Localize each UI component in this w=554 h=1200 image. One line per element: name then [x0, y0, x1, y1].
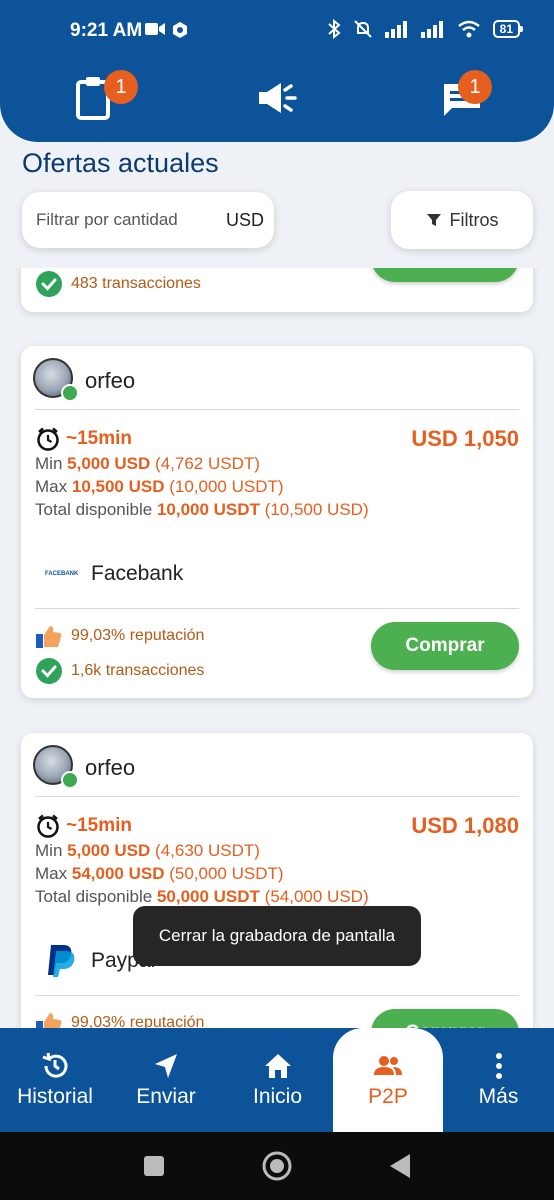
nav-home[interactable]: Inicio: [222, 1028, 333, 1132]
nav-history-label: Historial: [17, 1085, 93, 1108]
divider: [35, 995, 519, 996]
orders-button[interactable]: 1: [70, 70, 138, 122]
filters-button[interactable]: Filtros: [391, 191, 533, 249]
announcements-button[interactable]: [253, 74, 301, 122]
min-limit: Min 5,000 USD (4,762 USDT): [35, 454, 260, 473]
users-icon: [374, 1056, 402, 1075]
offer-price: USD 1,050: [411, 426, 519, 451]
reputation-text: 99,03% reputación: [71, 627, 205, 644]
divider: [35, 796, 519, 797]
check-circle-icon: [36, 271, 62, 297]
username[interactable]: orfeo: [85, 755, 135, 781]
signal-icon: [420, 21, 443, 38]
reputation-stat: 99,03% reputación: [35, 1009, 204, 1028]
alarm-clock-icon: [37, 814, 59, 838]
buy-button[interactable]: Comprar: [371, 1009, 519, 1028]
nav-send-label: Enviar: [136, 1085, 196, 1108]
reputation-stat: 99,03% reputación: [35, 622, 204, 650]
nav-send[interactable]: Enviar: [110, 1028, 222, 1132]
home-circle-icon[interactable]: [261, 1150, 293, 1182]
facebank-logo: FACEBANK: [45, 571, 79, 577]
amount-filter-input[interactable]: Filtrar por cantidad USD: [22, 192, 274, 248]
total-available: Total disponible 50,000 USDT (54,000 USD…: [35, 887, 369, 906]
offer-price: USD 1,080: [411, 813, 519, 838]
reputation-text: 99,03% reputación: [71, 1014, 205, 1028]
buy-button[interactable]: [371, 268, 519, 282]
divider: [35, 608, 519, 609]
time-limit: ~15min: [66, 428, 133, 449]
signal-icon: [384, 21, 407, 38]
thumbs-up-icon: [36, 1013, 62, 1028]
time-limit: ~15min: [66, 815, 133, 836]
verified-badge: [61, 384, 79, 402]
system-nav-bar: [0, 1132, 554, 1200]
check-circle-icon: [36, 658, 62, 684]
status-icons: 81: [327, 19, 524, 39]
app-notification-icon: [173, 22, 187, 38]
send-arrow-icon: [155, 1054, 177, 1078]
username[interactable]: orfeo: [85, 368, 135, 394]
more-vertical-icon: [495, 1053, 502, 1079]
bluetooth-icon: [327, 19, 341, 39]
divider: [35, 409, 519, 410]
nav-p2p[interactable]: P2P: [333, 1028, 443, 1132]
buy-button[interactable]: Comprar: [371, 622, 519, 670]
history-icon: [42, 1052, 68, 1078]
wifi-icon: [457, 20, 480, 38]
paypal-icon: [48, 945, 75, 977]
filter-placeholder: Filtrar por cantidad: [36, 210, 178, 229]
nav-home-label: Inicio: [252, 1085, 303, 1108]
back-triangle-icon[interactable]: [388, 1153, 412, 1179]
filter-funnel-icon: [426, 214, 441, 226]
transactions-stat: 1,6k transacciones: [35, 657, 204, 685]
transactions-text: 483 transacciones: [71, 275, 201, 292]
total-available: Total disponible 10,000 USDT (10,500 USD…: [35, 500, 369, 519]
filter-currency[interactable]: USD: [226, 210, 264, 231]
chat-button[interactable]: 1: [438, 70, 492, 122]
offer-card: orfeo ~15min USD 1,080 Min 5,000 USD (4,…: [21, 733, 533, 1028]
max-limit: Max 54,000 USD (50,000 USDT): [35, 864, 284, 883]
video-camera-icon: [145, 23, 165, 35]
payment-method: Facebank: [91, 562, 184, 585]
status-bar: 9:21 AM 81: [0, 0, 554, 52]
status-time: 9:21 AM: [70, 20, 143, 41]
filters-label: Filtros: [449, 209, 499, 230]
min-limit: Min 5,000 USD (4,630 USDT): [35, 841, 260, 860]
page-title: Ofertas actuales: [22, 148, 219, 178]
mute-bell-icon: [353, 20, 372, 38]
nav-history[interactable]: Historial: [0, 1028, 110, 1132]
offer-card: 483 transacciones: [21, 268, 533, 312]
chat-badge: 1: [458, 70, 492, 104]
orders-badge: 1: [104, 70, 138, 104]
thumbs-up-icon: [36, 626, 62, 648]
top-nav: 1 1: [0, 52, 554, 142]
max-limit: Max 10,500 USD (10,000 USDT): [35, 477, 284, 496]
recents-icon[interactable]: [143, 1155, 165, 1177]
verified-badge: [61, 771, 79, 789]
alarm-clock-icon: [37, 427, 59, 451]
nav-more[interactable]: Más: [443, 1028, 554, 1132]
nav-p2p-label: P2P: [368, 1085, 408, 1108]
transactions-stat: 483 transacciones: [35, 270, 201, 298]
home-icon: [264, 1054, 291, 1078]
offer-card: orfeo ~15min USD 1,050 Min 5,000 USD (4,…: [21, 346, 533, 698]
megaphone-icon: [259, 83, 297, 113]
transactions-text: 1,6k transacciones: [71, 662, 205, 679]
toast-message: Cerrar la grabadora de pantalla: [133, 906, 421, 966]
battery-indicator: 81: [492, 20, 524, 38]
nav-more-label: Más: [478, 1085, 519, 1108]
